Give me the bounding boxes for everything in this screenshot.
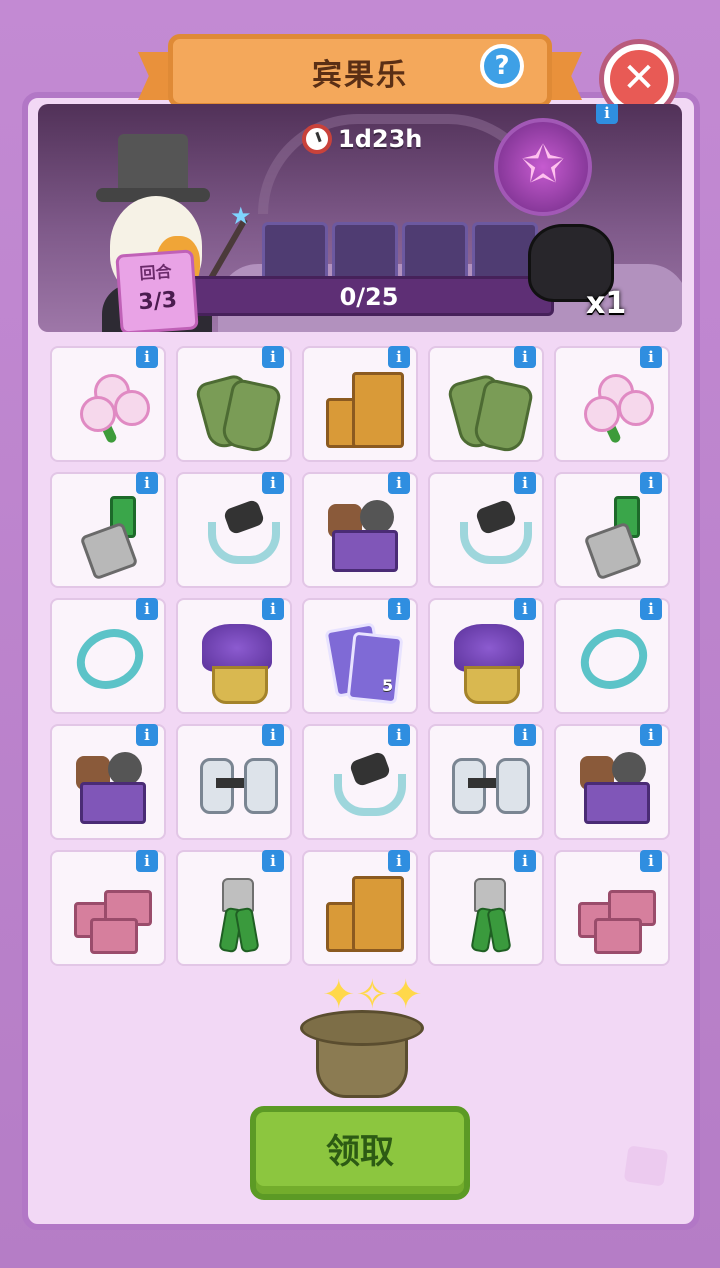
round-label: 回合 (139, 261, 173, 284)
bingo-cell[interactable]: i (428, 724, 544, 840)
info-icon[interactable]: i (262, 472, 284, 494)
close-icon: ✕ (622, 55, 656, 101)
bingo-cell[interactable]: i (176, 850, 292, 966)
info-icon[interactable]: i (262, 724, 284, 746)
bingo-cell[interactable]: i (50, 724, 166, 840)
info-icon[interactable]: i (640, 598, 662, 620)
hose-tube-icon (322, 746, 406, 826)
star-orb-icon: ✩ (494, 118, 592, 216)
info-icon[interactable]: i (514, 598, 536, 620)
bingo-cell[interactable]: i (554, 724, 670, 840)
question-icon: ? (494, 51, 510, 81)
bingo-cell[interactable]: i (302, 346, 418, 462)
card-count-label: 5 (382, 676, 394, 695)
toy-bricks-icon (574, 872, 656, 954)
reward-info-icon[interactable]: i (596, 104, 618, 124)
info-icon[interactable]: i (136, 472, 158, 494)
info-icon[interactable]: i (388, 472, 410, 494)
round-badge: 回合 3/3 (115, 249, 199, 332)
info-icon[interactable]: i (640, 724, 662, 746)
info-icon[interactable]: i (388, 346, 410, 368)
pliers-icon (448, 872, 528, 954)
mystery-box-icon (70, 746, 150, 826)
progress-bar: 0/25 (184, 276, 554, 316)
progress-text: 0/25 (339, 283, 399, 311)
flower-bouquet-icon (574, 368, 654, 448)
info-icon[interactable]: i (136, 346, 158, 368)
pliers-icon (196, 872, 276, 954)
info-icon[interactable]: i (514, 850, 536, 872)
wooden-drawers-icon (322, 368, 404, 448)
round-value: 3/3 (137, 287, 178, 316)
bingo-cell[interactable]: i (554, 598, 670, 714)
help-button[interactable]: ? (480, 44, 524, 88)
bingo-cell[interactable]: i (50, 346, 166, 462)
mystery-box-icon (322, 494, 402, 574)
lavender-basket-icon (448, 620, 528, 704)
reward-multiplier: x1 (586, 286, 627, 321)
hoop-ring-icon (66, 618, 154, 700)
event-timer: 1d23h (302, 124, 422, 154)
bingo-cell[interactable]: 5i (302, 598, 418, 714)
page-curl-decoration (623, 1145, 669, 1187)
bingo-cell[interactable]: i (428, 598, 544, 714)
adjustable-wrench-icon (574, 494, 654, 581)
work-gloves-icon (446, 368, 535, 455)
bingo-cell[interactable]: i (554, 850, 670, 966)
title-ribbon: 宾果乐 ? (138, 30, 582, 110)
bingo-cell[interactable]: i (50, 598, 166, 714)
bingo-cell[interactable]: i (302, 472, 418, 588)
info-icon[interactable]: i (388, 850, 410, 872)
info-icon[interactable]: i (640, 472, 662, 494)
timer-text: 1d23h (338, 125, 423, 153)
info-icon[interactable]: i (136, 850, 158, 872)
bingo-cell[interactable]: i (50, 850, 166, 966)
bingo-cell[interactable]: i (302, 724, 418, 840)
bingo-cell[interactable]: i (428, 850, 544, 966)
mystery-box-icon (574, 746, 654, 826)
bingo-grid: iiiiiiiiiiii5iiiiiiiiiiiii (50, 346, 674, 968)
bingo-cell[interactable]: i (176, 598, 292, 714)
hoop-ring-icon (570, 618, 658, 700)
bingo-cell[interactable]: i (176, 472, 292, 588)
hose-tube-icon (448, 494, 532, 574)
info-icon[interactable]: i (388, 598, 410, 620)
dumbbell-icon (196, 746, 278, 826)
info-icon[interactable]: i (514, 346, 536, 368)
table-card (262, 222, 328, 284)
bingo-cell[interactable]: i (554, 472, 670, 588)
hose-tube-icon (196, 494, 280, 574)
claim-button[interactable]: 领取 (250, 1106, 470, 1200)
bingo-cell[interactable]: i (554, 346, 670, 462)
info-icon[interactable]: i (640, 850, 662, 872)
info-icon[interactable]: i (136, 724, 158, 746)
bingo-cell[interactable]: i (428, 346, 544, 462)
info-icon[interactable]: i (262, 598, 284, 620)
bingo-cell[interactable]: i (302, 850, 418, 966)
info-icon[interactable]: i (514, 724, 536, 746)
flower-bouquet-icon (70, 368, 150, 448)
dumbbell-icon (448, 746, 530, 826)
info-icon[interactable]: i (136, 598, 158, 620)
bingo-cell[interactable]: i (176, 724, 292, 840)
lavender-basket-icon (196, 620, 276, 704)
event-banner: ★ 1d23h ✩ 0/25 回合 3/3 i x1 (38, 104, 682, 332)
adjustable-wrench-icon (70, 494, 150, 581)
table-card (332, 222, 398, 284)
clock-icon (302, 124, 332, 154)
bingo-cell[interactable]: i (428, 472, 544, 588)
magic-hat-icon: ✦✧✦ (296, 972, 424, 1102)
info-icon[interactable]: i (388, 724, 410, 746)
info-icon[interactable]: i (514, 472, 536, 494)
info-icon[interactable]: i (262, 850, 284, 872)
work-gloves-icon (194, 368, 283, 455)
wooden-drawers-icon (322, 872, 404, 952)
bingo-cell[interactable]: i (176, 346, 292, 462)
table-card (402, 222, 468, 284)
info-icon[interactable]: i (262, 346, 284, 368)
info-icon[interactable]: i (640, 346, 662, 368)
bingo-cell[interactable]: i (50, 472, 166, 588)
toy-bricks-icon (70, 872, 152, 954)
